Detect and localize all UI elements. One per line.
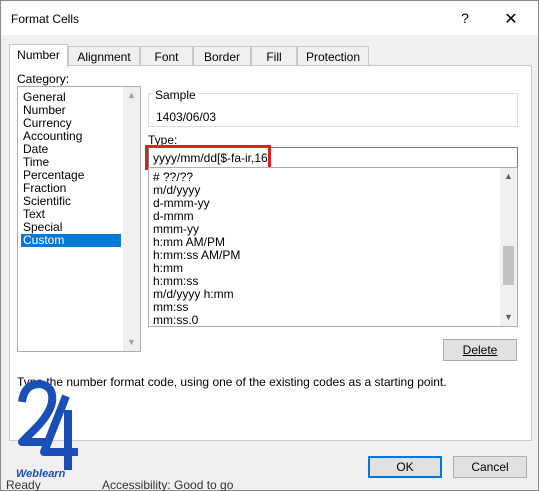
excel-status-bar: Ready Accessibility: Good to go bbox=[0, 478, 539, 491]
scroll-thumb[interactable] bbox=[503, 246, 514, 285]
tab-number[interactable]: Number bbox=[9, 44, 68, 67]
cancel-button[interactable]: Cancel bbox=[453, 456, 527, 478]
scroll-up-icon[interactable]: ▲ bbox=[123, 87, 140, 104]
tab-alignment[interactable]: Alignment bbox=[68, 46, 140, 66]
category-list[interactable]: General Number Currency Accounting Date … bbox=[17, 86, 141, 352]
format-list-scrollbar[interactable]: ▲ ▼ bbox=[500, 168, 517, 326]
logo-24-graphic bbox=[18, 380, 78, 470]
scroll-up-icon[interactable]: ▲ bbox=[500, 168, 517, 185]
delete-button-label: Delete bbox=[462, 343, 498, 357]
status-ready: Ready bbox=[6, 478, 41, 491]
category-scrollbar[interactable]: ▲ ▼ bbox=[123, 87, 140, 351]
list-item-selected[interactable]: Custom bbox=[21, 234, 121, 247]
ok-button[interactable]: OK bbox=[368, 456, 442, 478]
category-label: Category: bbox=[17, 72, 70, 86]
status-accessibility[interactable]: Accessibility: Good to go bbox=[102, 478, 233, 491]
title-bar: Format Cells ? ✕ bbox=[1, 1, 538, 35]
scroll-down-icon[interactable]: ▼ bbox=[123, 334, 140, 351]
tab-protection[interactable]: Protection bbox=[297, 46, 369, 66]
list-item[interactable]: mm:ss.0 bbox=[153, 314, 198, 327]
scroll-down-icon[interactable]: ▼ bbox=[500, 309, 517, 326]
delete-button[interactable]: Delete bbox=[443, 339, 517, 361]
tab-border[interactable]: Border bbox=[193, 46, 251, 66]
tab-fill[interactable]: Fill bbox=[251, 46, 297, 66]
close-button[interactable]: ✕ bbox=[501, 9, 521, 29]
sample-label: Sample bbox=[153, 88, 198, 102]
help-button[interactable]: ? bbox=[456, 10, 474, 28]
sample-value: 1403/06/03 bbox=[156, 110, 217, 124]
dialog-title: Format Cells bbox=[11, 12, 80, 26]
format-code-list[interactable]: # ??/?? m/d/yyyy d-mmm-yy d-mmm mmm-yy h… bbox=[148, 167, 518, 327]
tab-font[interactable]: Font bbox=[140, 46, 193, 66]
